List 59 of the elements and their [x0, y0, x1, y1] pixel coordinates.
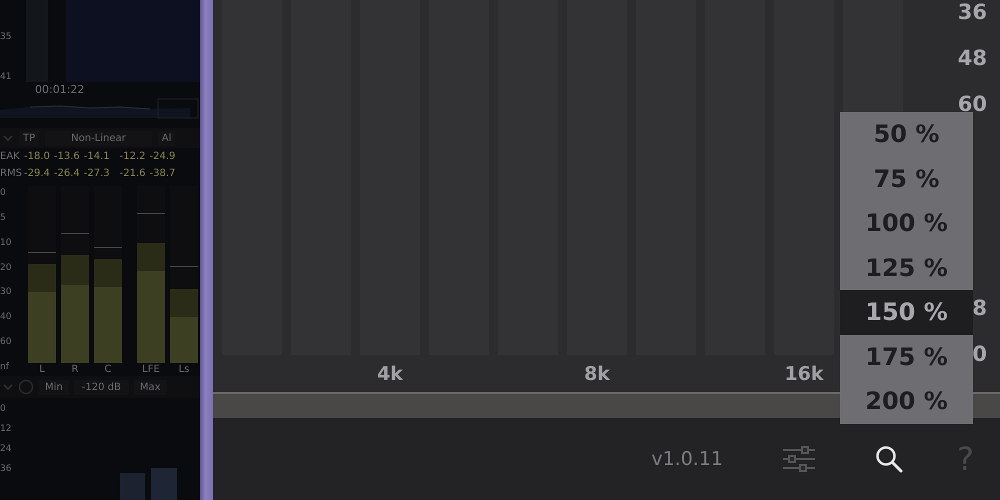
- menu-item[interactable]: 100 %: [840, 201, 973, 246]
- scale-label: 0: [972, 342, 987, 366]
- scale-label: 60: [0, 337, 12, 348]
- readout-value: -29.4: [24, 168, 50, 179]
- readout-value: -27.3: [84, 168, 110, 179]
- readout-value: -18.0: [24, 151, 50, 162]
- frequency-label: 8k: [584, 362, 610, 384]
- range-control[interactable]: -120 dB: [74, 380, 129, 394]
- range-control[interactable]: Max: [134, 380, 167, 394]
- scale-label: 36: [0, 464, 12, 474]
- scale-label: 20: [0, 262, 12, 273]
- settings-sliders-icon[interactable]: [783, 444, 816, 474]
- circle-icon[interactable]: [18, 379, 34, 395]
- readout-value: -13.6: [54, 151, 80, 162]
- mode-tab[interactable]: Non-Linear: [45, 130, 152, 146]
- menu-item[interactable]: 75 %: [840, 156, 973, 201]
- menu-item[interactable]: 150 %: [840, 290, 973, 334]
- menu-item[interactable]: 125 %: [840, 246, 973, 290]
- scale-label: 24: [0, 444, 12, 454]
- channel-label: C: [104, 363, 112, 376]
- readout-label: RMS: [0, 168, 20, 179]
- scale-label: 5: [0, 212, 7, 223]
- scale-label: 8: [972, 296, 987, 320]
- scale-label: 35: [0, 32, 12, 42]
- channel-label: L: [38, 363, 46, 376]
- readout-value: -26.4: [54, 168, 80, 179]
- chevron-icon[interactable]: [3, 134, 13, 142]
- channel-label: LFE: [141, 363, 161, 376]
- readout-value: -21.6: [120, 168, 146, 179]
- range-control[interactable]: Min: [39, 380, 69, 394]
- scale-label: 12: [0, 424, 12, 434]
- channel-label: Ls: [178, 363, 190, 376]
- scale-label: nf: [0, 362, 10, 372]
- version-label: v1.0.11: [651, 448, 724, 470]
- readout-label: EAK: [0, 151, 20, 162]
- menu-item[interactable]: 175 %: [840, 334, 973, 379]
- mode-tab[interactable]: TP: [19, 130, 40, 146]
- scale-label: 0: [0, 188, 7, 198]
- scale-label: 36: [958, 0, 987, 24]
- readout-value: -14.1: [84, 151, 110, 162]
- menu-item[interactable]: 200 %: [840, 379, 973, 424]
- help-button[interactable]: ?: [957, 440, 974, 478]
- readout-value: -38.7: [150, 168, 176, 179]
- readout-value: -24.9: [150, 151, 176, 162]
- scale-label: 41: [0, 72, 12, 82]
- scale-label: 0: [0, 404, 7, 414]
- readout-value: -12.2: [120, 151, 146, 162]
- scale-label: 48: [958, 46, 987, 70]
- scale-label: 10: [0, 238, 12, 248]
- scale-label: 30: [0, 287, 12, 298]
- frequency-label: 16k: [784, 362, 824, 384]
- search-icon[interactable]: [875, 445, 904, 473]
- mode-tab[interactable]: Al: [158, 130, 176, 146]
- channel-label: R: [70, 363, 80, 376]
- frequency-label: 4k: [377, 362, 403, 384]
- time-label: 00:01:22: [35, 83, 84, 96]
- chevron-icon[interactable]: [3, 383, 13, 391]
- scale-label: 40: [0, 312, 12, 322]
- bar-meter-drawing: [120, 468, 177, 500]
